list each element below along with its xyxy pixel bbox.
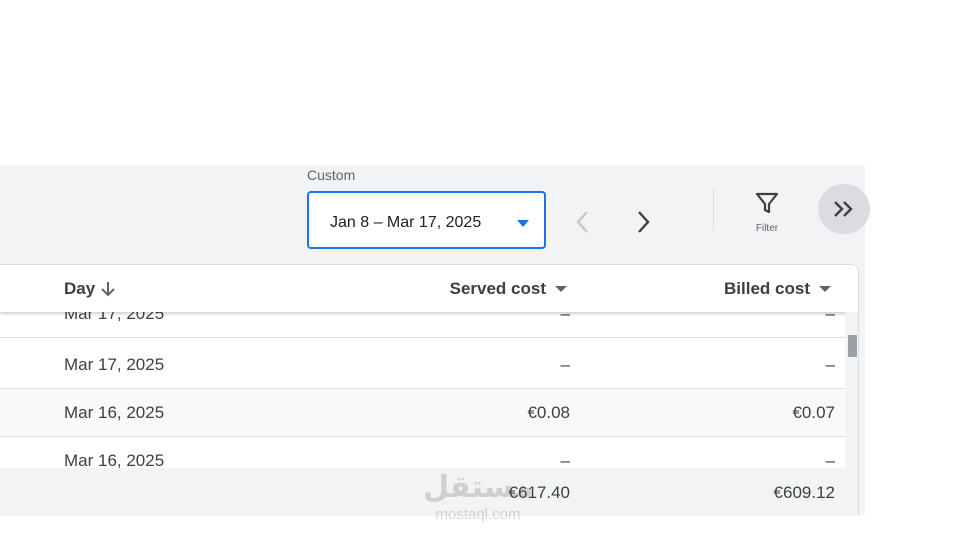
scrollbar-thumb[interactable] xyxy=(848,335,857,357)
watermark-latin-text: mostaql.com xyxy=(435,506,521,523)
column-header-day-label: Day xyxy=(64,279,96,298)
cell-served-cost: – xyxy=(560,355,570,374)
cell-billed-cost: €0.07 xyxy=(792,403,835,422)
date-range-value: Jan 8 – Mar 17, 2025 xyxy=(330,214,482,231)
next-period-button[interactable] xyxy=(626,204,662,240)
date-range-select[interactable]: Jan 8 – Mar 17, 2025 xyxy=(307,191,546,249)
cell-day: Mar 16, 2025 xyxy=(64,451,165,468)
column-header-served-cost-label: Served cost xyxy=(449,279,546,298)
cell-billed-cost: – xyxy=(825,355,835,374)
cell-served-cost: €0.08 xyxy=(527,403,570,422)
column-header-billed-cost-label: Billed cost xyxy=(724,279,810,298)
filter-label: Filter xyxy=(755,223,779,234)
dropdown-caret-icon xyxy=(517,220,529,227)
toolbar-divider xyxy=(713,188,714,230)
column-menu-caret-icon xyxy=(555,286,567,292)
column-header-day[interactable]: Day xyxy=(64,279,115,299)
cell-day: Mar 17, 2025 xyxy=(64,355,165,374)
expand-panel-button[interactable] xyxy=(818,184,870,234)
chevron-right-icon xyxy=(638,211,650,233)
table-row[interactable]: Mar 16, 2025 – – xyxy=(0,437,845,468)
vertical-scrollbar[interactable] xyxy=(845,312,858,516)
table-body: Mar 17, 2025 – – Mar 17, 2025 – – Mar 16… xyxy=(0,312,845,468)
cell-served-cost: – xyxy=(560,312,570,323)
total-billed-cost: €609.12 xyxy=(773,483,835,502)
cell-served-cost: – xyxy=(560,451,570,468)
column-header-served-cost[interactable]: Served cost xyxy=(450,279,567,299)
cell-day: Mar 17, 2025 xyxy=(64,312,165,323)
double-chevron-right-icon xyxy=(834,201,853,217)
watermark-logo: مستقل mostaql.com xyxy=(418,470,538,526)
sort-descending-icon xyxy=(101,282,115,297)
table-row[interactable]: Mar 16, 2025 €0.08 €0.07 xyxy=(0,389,845,437)
table-header: Day Served cost Billed cost xyxy=(0,265,858,312)
filter-icon xyxy=(755,192,779,214)
column-menu-caret-icon xyxy=(819,286,831,292)
cell-billed-cost: – xyxy=(825,451,835,468)
cell-day: Mar 16, 2025 xyxy=(64,403,165,422)
table-row[interactable]: Mar 17, 2025 – – xyxy=(0,312,845,338)
filter-button[interactable]: Filter xyxy=(745,188,789,238)
watermark-arabic-text: مستقل xyxy=(423,471,533,504)
column-header-billed-cost[interactable]: Billed cost xyxy=(724,279,831,299)
table-row[interactable]: Mar 17, 2025 – – xyxy=(0,341,845,389)
chevron-left-icon xyxy=(576,211,588,233)
previous-period-button[interactable] xyxy=(564,204,600,240)
cell-billed-cost: – xyxy=(825,312,835,323)
date-range-preset-label: Custom xyxy=(307,167,356,183)
